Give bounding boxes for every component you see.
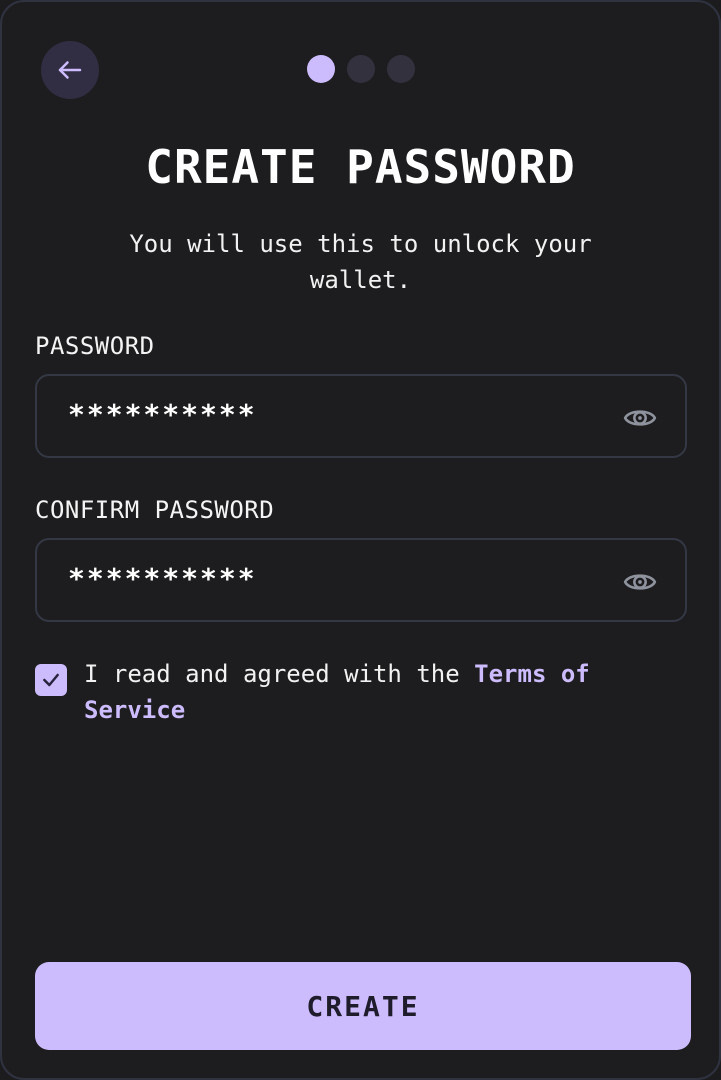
eye-icon[interactable] <box>623 401 657 435</box>
terms-checkbox[interactable] <box>35 664 67 696</box>
step-indicator <box>2 55 719 83</box>
confirm-password-field[interactable]: ********** <box>35 538 687 622</box>
create-password-screen: CREATE PASSWORD You will use this to unl… <box>0 0 721 1080</box>
confirm-password-label: CONFIRM PASSWORD <box>35 496 275 524</box>
eye-icon[interactable] <box>623 565 657 599</box>
confirm-password-value: ********** <box>68 562 257 595</box>
check-icon <box>43 673 59 687</box>
create-button[interactable]: CREATE <box>35 962 691 1050</box>
terms-text: I read and agreed with the Terms of Serv… <box>84 656 694 728</box>
password-value: ********** <box>68 398 257 431</box>
step-dot-1 <box>306 55 335 83</box>
step-dot-2 <box>346 55 375 83</box>
page-subtitle: You will use this to unlock your wallet. <box>129 230 592 294</box>
page-title: CREATE PASSWORD <box>145 140 576 194</box>
password-field[interactable]: ********** <box>35 374 687 458</box>
step-dot-3 <box>386 55 415 83</box>
password-label: PASSWORD <box>35 332 155 360</box>
terms-prefix: I read and agreed with the <box>84 660 475 688</box>
